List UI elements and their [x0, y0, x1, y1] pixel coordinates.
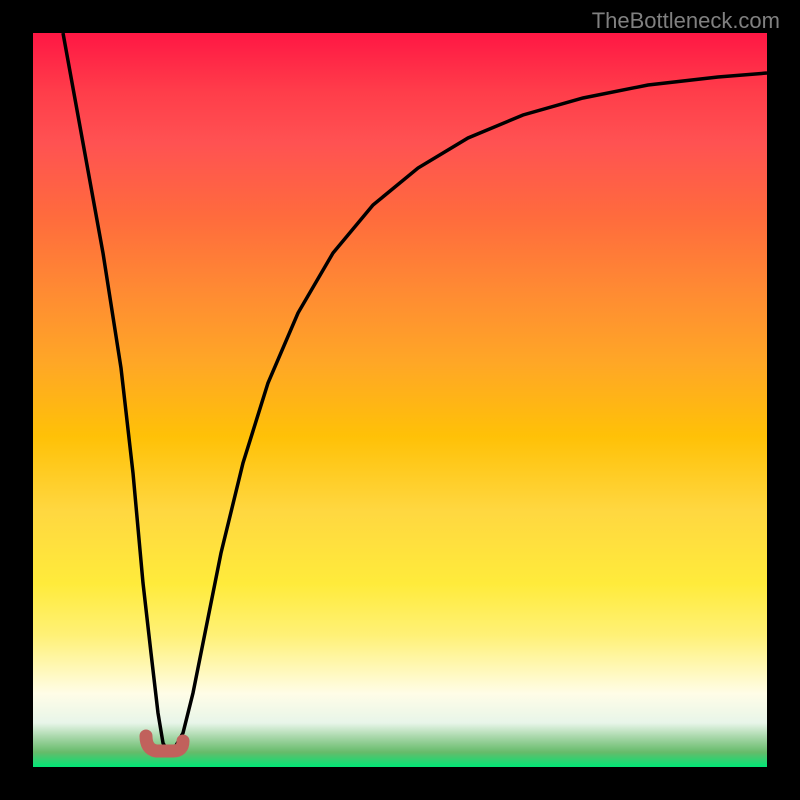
watermark-text: TheBottleneck.com: [592, 8, 780, 34]
chart-curves: [33, 33, 767, 767]
bottleneck-v-curve: [63, 33, 767, 751]
